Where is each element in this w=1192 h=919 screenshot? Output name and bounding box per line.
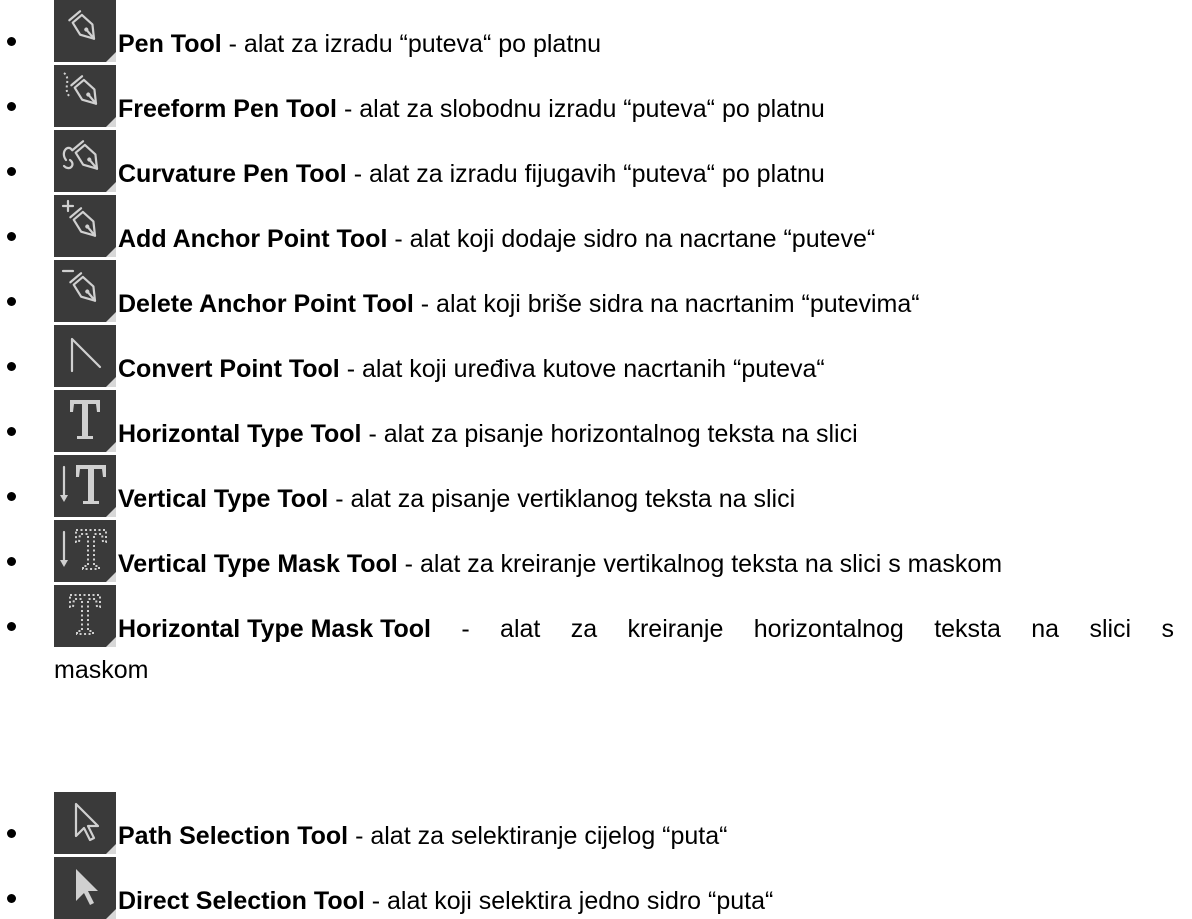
vertical-type-icon xyxy=(54,455,116,517)
list-item: Pen Tool - alat za izradu “puteva“ po pl… xyxy=(0,0,1192,62)
item-text: Path Selection Tool - alat za selektiran… xyxy=(118,821,727,851)
bullet xyxy=(7,492,16,501)
item-text: Freeform Pen Tool - alat za slobodnu izr… xyxy=(118,94,825,124)
description-word: teksta xyxy=(934,615,1001,643)
freeform-pen-icon xyxy=(54,65,116,127)
tool-name: Add Anchor Point Tool xyxy=(118,225,388,253)
tool-description: - alat koji uređiva kutove nacrtanih “pu… xyxy=(339,355,825,383)
description-word: horizontalnog xyxy=(753,615,904,643)
bullet xyxy=(7,297,16,306)
tool-description: - alat za izradu fijugavih “puteva“ po p… xyxy=(346,160,825,188)
tool-description: - alat za izradu “puteva“ po platnu xyxy=(221,30,602,58)
item-text: Vertical Type Tool - alat za pisanje ver… xyxy=(118,484,795,514)
item-text: Delete Anchor Point Tool - alat koji bri… xyxy=(118,289,920,319)
bullet xyxy=(7,894,16,903)
list-item: Direct Selection Tool - alat koji selekt… xyxy=(0,857,1192,919)
list-item: Horizontal Type Mask Tool - alat za kreiran… xyxy=(0,585,1192,647)
horizontal-type-icon xyxy=(54,390,116,452)
tool-description: - alat za pisanje vertiklanog teksta na … xyxy=(328,485,796,513)
add-anchor-point-icon xyxy=(54,195,116,257)
horizontal-type-mask-icon xyxy=(54,585,116,647)
delete-anchor-point-icon xyxy=(54,260,116,322)
tool-name: Vertical Type Tool xyxy=(118,485,329,513)
tool-description: - alat za kreiranje vertikalnog teksta n… xyxy=(397,550,1003,578)
tool-description: - alat za pisanje horizontalnog teksta n… xyxy=(361,420,858,448)
description-word: - xyxy=(461,615,470,643)
list-item: Delete Anchor Point Tool - alat koji bri… xyxy=(0,260,1192,322)
bullet xyxy=(7,829,16,838)
direct-selection-icon xyxy=(54,857,116,919)
list-item: Add Anchor Point Tool - alat koji dodaje… xyxy=(0,195,1192,257)
item-text: Horizontal Type Mask Tool - alat za kreiran… xyxy=(118,614,1174,644)
item-text: Direct Selection Tool - alat koji selekt… xyxy=(118,886,773,916)
tool-list: Pen Tool - alat za izradu “puteva“ po pl… xyxy=(0,0,1192,919)
tool-name: Vertical Type Mask Tool xyxy=(118,550,398,578)
description-word: s xyxy=(1161,615,1174,643)
description-word: kreiranje xyxy=(627,615,724,643)
bullet xyxy=(7,557,16,566)
description-word: na xyxy=(1031,615,1060,643)
bullet xyxy=(7,362,16,371)
list-item: Horizontal Type Tool - alat za pisanje h… xyxy=(0,390,1192,452)
description-word: slici xyxy=(1089,615,1132,643)
tool-name: Convert Point Tool xyxy=(118,355,340,383)
item-text: Convert Point Tool - alat koji uređiva k… xyxy=(118,354,825,384)
tool-description: - alat koji selektira jedno sidro “puta“ xyxy=(364,887,774,915)
bullet xyxy=(7,622,16,631)
tool-name: Direct Selection Tool xyxy=(118,887,365,915)
tool-description: - alat koji briše sidra na nacrtanim “pu… xyxy=(413,290,920,318)
tool-name: Freeform Pen Tool xyxy=(118,95,338,123)
tool-name: Delete Anchor Point Tool xyxy=(118,290,414,318)
item-text: Add Anchor Point Tool - alat koji dodaje… xyxy=(118,224,875,254)
item-text: Pen Tool - alat za izradu “puteva“ po pl… xyxy=(118,29,601,59)
item-text: Curvature Pen Tool - alat za izradu fiju… xyxy=(118,159,825,189)
tool-description-continued: maskom xyxy=(54,656,149,684)
item-text-line: Horizontal Type Mask Tool - alat za kreiran… xyxy=(118,614,1174,644)
list-item: Vertical Type Tool - alat za pisanje ver… xyxy=(0,455,1192,517)
list-item: Curvature Pen Tool - alat za izradu fiju… xyxy=(0,130,1192,192)
tool-name: Horizontal Type Tool xyxy=(118,420,362,448)
list-item: Convert Point Tool - alat koji uređiva k… xyxy=(0,325,1192,387)
description-word: alat xyxy=(500,615,541,643)
tool-name: Curvature Pen Tool xyxy=(118,160,347,188)
convert-point-icon xyxy=(54,325,116,387)
bullet xyxy=(7,167,16,176)
bullet xyxy=(7,37,16,46)
path-selection-icon xyxy=(54,792,116,854)
bullet xyxy=(7,232,16,241)
tool-description: - alat za slobodnu izradu “puteva“ po pl… xyxy=(337,95,825,123)
item-text: Vertical Type Mask Tool - alat za kreira… xyxy=(118,549,1002,579)
list-item: Freeform Pen Tool - alat za slobodnu izr… xyxy=(0,65,1192,127)
vertical-type-mask-icon xyxy=(54,520,116,582)
tool-name: Path Selection Tool xyxy=(118,822,349,850)
list-item: Vertical Type Mask Tool - alat za kreira… xyxy=(0,520,1192,582)
description-word: za xyxy=(570,615,598,643)
curvature-pen-icon xyxy=(54,130,116,192)
item-text: Horizontal Type Tool - alat za pisanje h… xyxy=(118,419,858,449)
bullet xyxy=(7,427,16,436)
tool-description: - alat koji dodaje sidro na nacrtane “pu… xyxy=(387,225,876,253)
pen-icon xyxy=(54,0,116,62)
tool-name: Horizontal Type Mask Tool xyxy=(118,615,431,643)
tool-name: Pen Tool xyxy=(118,30,222,58)
bullet xyxy=(7,102,16,111)
tool-description: - alat za selektiranje cijelog “puta“ xyxy=(348,822,728,850)
list-item: Path Selection Tool - alat za selektiran… xyxy=(0,792,1192,854)
